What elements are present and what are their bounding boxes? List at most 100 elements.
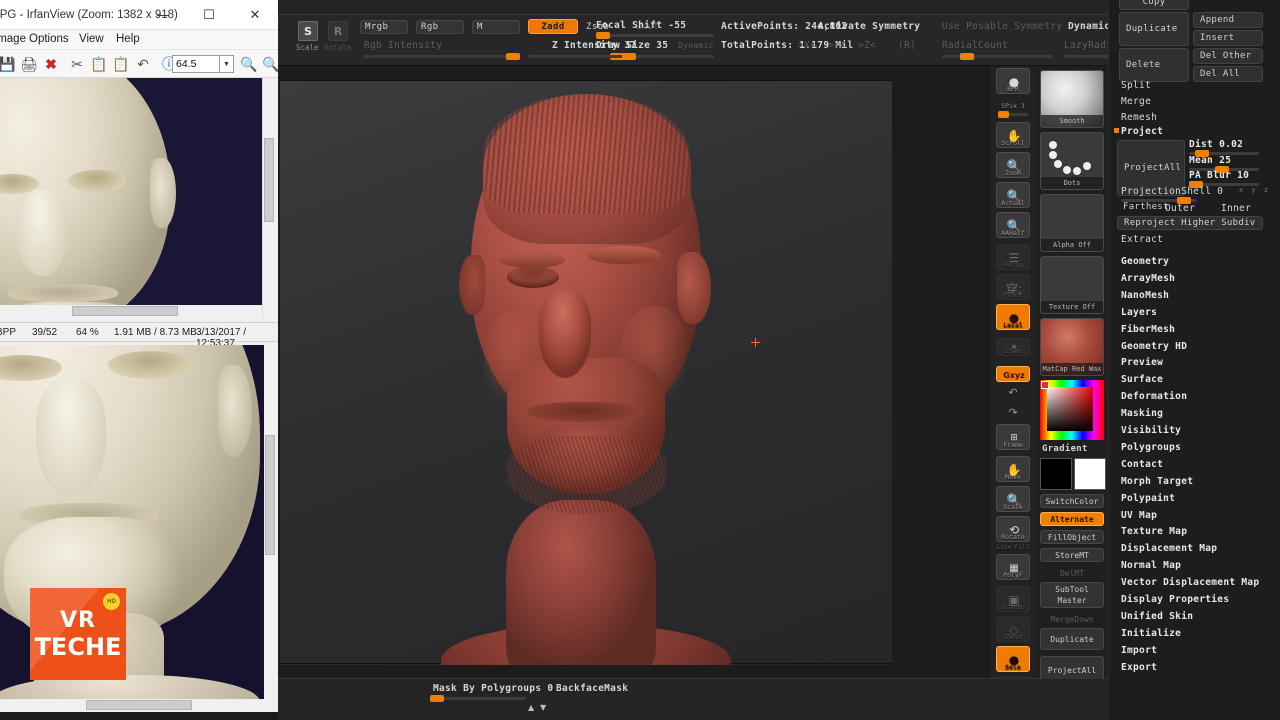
redo-icon[interactable]: ↷: [996, 406, 1030, 419]
toolbar-item-polyf[interactable]: ▦ PolyF: [996, 554, 1030, 580]
palette-menu-item-preview[interactable]: Preview: [1121, 357, 1163, 368]
backface-mask-button[interactable]: BackfaceMask: [556, 683, 628, 694]
scrollbar-thumb-h2[interactable]: [86, 700, 192, 710]
palette-menu-item-initialize[interactable]: Initialize: [1121, 628, 1181, 639]
chevron-down-icon[interactable]: ▼: [220, 55, 234, 73]
symmetry-axis-x[interactable]: >X<: [798, 40, 816, 51]
horizontal-scrollbar-bottom[interactable]: [0, 699, 264, 712]
minimize-button[interactable]: —: [140, 0, 186, 30]
palette-menu-item-geometry[interactable]: Geometry: [1121, 256, 1169, 267]
maximize-button[interactable]: ☐: [186, 0, 232, 30]
zoom-value-field[interactable]: 64.5: [172, 55, 220, 73]
sculpted-head-model[interactable]: [331, 80, 841, 665]
undo-icon[interactable]: ↶: [996, 386, 1030, 399]
paste-icon[interactable]: 📋: [110, 53, 132, 75]
toolbar-item-spix[interactable]: SPix 3: [996, 102, 1030, 118]
palette-menu-item-vector-displacement-map[interactable]: Vector Displacement Map: [1121, 577, 1259, 588]
chevron-up-icon[interactable]: ▲: [528, 703, 534, 712]
zadd-button[interactable]: Zadd: [528, 19, 578, 34]
del-mt-button[interactable]: DelMT: [1040, 566, 1104, 580]
gizmo-xyz-icon[interactable]: Gxyz: [996, 366, 1030, 382]
nav-arrows[interactable]: ▲ ▼: [482, 703, 602, 712]
menu-view[interactable]: View: [79, 33, 104, 45]
palette-menu-item-layers[interactable]: Layers: [1121, 307, 1157, 318]
palette-menu-item-display-properties[interactable]: Display Properties: [1121, 594, 1229, 605]
menu-image[interactable]: Image: [0, 33, 26, 45]
toolbar-item-floor[interactable]: 穿; Floor: [996, 274, 1030, 300]
scale-icon[interactable]: S: [298, 21, 318, 41]
gradient-label[interactable]: Gradient: [1042, 444, 1088, 454]
vertical-scrollbar-bottom[interactable]: [264, 345, 276, 712]
store-mt-button[interactable]: StoreMT: [1040, 548, 1104, 562]
mask-by-polygroups-slider[interactable]: [430, 695, 526, 702]
toolbar-item-lsym[interactable]: ⁕ LSym: [996, 338, 1030, 356]
toolbar-item-bpr[interactable]: ● BPR: [996, 68, 1030, 94]
append-button[interactable]: Append: [1193, 12, 1263, 28]
symmetry-radial-r[interactable]: (R): [898, 40, 916, 51]
palette-menu-item-displacement-map[interactable]: Displacement Map: [1121, 543, 1217, 554]
save-icon[interactable]: 💾: [0, 53, 18, 75]
alpha-thumbnail[interactable]: Alpha Off: [1040, 194, 1104, 252]
palette-menu-item-nanomesh[interactable]: NanoMesh: [1121, 290, 1169, 301]
palette-menu-item-unified-skin[interactable]: Unified Skin: [1121, 611, 1193, 622]
secondary-color-swatch[interactable]: [1074, 458, 1106, 490]
close-button[interactable]: ✕: [232, 0, 278, 30]
toolbar-item-frame[interactable]: ⊞ Frame: [996, 424, 1030, 450]
toolbar-item-persp[interactable]: ☰ Persp: [996, 244, 1030, 270]
horizontal-scrollbar-top[interactable]: [0, 305, 262, 318]
copy-button[interactable]: Copy: [1119, 0, 1189, 10]
zoom-out-icon[interactable]: 🔍: [260, 53, 282, 75]
duplicate-button-col[interactable]: Duplicate: [1040, 628, 1104, 650]
del-other-button[interactable]: Del Other: [1193, 48, 1263, 64]
alternate-button[interactable]: Alternate: [1040, 512, 1104, 526]
palette-menu-item-geometry-hd[interactable]: Geometry HD: [1121, 341, 1187, 352]
toolbar-item-solo[interactable]: ● Solo: [996, 646, 1030, 672]
color-picker[interactable]: [1040, 380, 1104, 440]
palette-menu-item-export[interactable]: Export: [1121, 662, 1157, 673]
rgb-intensity-slider[interactable]: [364, 53, 520, 60]
sculpt-viewport[interactable]: [280, 80, 892, 665]
brush-thumbnail[interactable]: Smooth: [1040, 70, 1104, 128]
redo-button[interactable]: ↷: [996, 406, 1030, 419]
switch-color-button[interactable]: SwitchColor: [1040, 494, 1104, 508]
toolbar-item-rotate[interactable]: ⟲ Rotate: [996, 516, 1030, 542]
material-thumbnail[interactable]: MatCap Red Wax: [1040, 318, 1104, 376]
focal-shift-slider[interactable]: [596, 32, 714, 39]
palette-menu-item-fibermesh[interactable]: FiberMesh: [1121, 324, 1175, 335]
print-icon[interactable]: 🖨: [18, 53, 40, 75]
subtool-master-button[interactable]: SubTool Master: [1040, 582, 1104, 608]
scrollbar-thumb-2[interactable]: [265, 435, 275, 555]
reproject-higher-subdiv-button[interactable]: Reproject Higher Subdiv: [1117, 216, 1263, 230]
palette-menu-item-deformation[interactable]: Deformation: [1121, 391, 1187, 402]
palette-menu-item-arraymesh[interactable]: ArrayMesh: [1121, 273, 1175, 284]
mrgb-button[interactable]: Mrgb: [360, 20, 408, 34]
outer-button[interactable]: Outer: [1165, 203, 1195, 214]
split-button[interactable]: Split: [1121, 80, 1151, 91]
activate-symmetry-button[interactable]: Activate Symmetry: [818, 21, 920, 32]
undo-icon[interactable]: ↶: [132, 53, 154, 75]
stroke-thumbnail[interactable]: Dots: [1040, 132, 1104, 190]
dynamic-button[interactable]: Dynamic: [1068, 21, 1110, 32]
toolbar-item-aahalf[interactable]: 🔍 AAHalf: [996, 212, 1030, 238]
irfanview-window[interactable]: JPG - IrfanView (Zoom: 1382 x 918) — ☐ ✕…: [0, 0, 280, 712]
toolbar-item-zoom[interactable]: 🔍 Zoom: [996, 152, 1030, 178]
del-all-button[interactable]: Del All: [1193, 66, 1263, 82]
palette-menu-item-texture-map[interactable]: Texture Map: [1121, 526, 1187, 537]
zbrush-document[interactable]: [280, 80, 892, 665]
cut-icon[interactable]: ✂: [66, 53, 88, 75]
palette-menu-item-normal-map[interactable]: Normal Map: [1121, 560, 1181, 571]
symmetry-axis-y[interactable]: >Y<: [828, 40, 846, 51]
palette-menu-item-uv-map[interactable]: UV Map: [1121, 510, 1157, 521]
insert-button[interactable]: Insert: [1193, 30, 1263, 46]
fill-object-button[interactable]: FillObject: [1040, 530, 1104, 544]
menu-options[interactable]: Options: [29, 33, 69, 45]
rotate-icon[interactable]: R: [328, 21, 348, 41]
radial-count-slider[interactable]: [942, 53, 1052, 60]
rgb-button[interactable]: Rgb: [416, 20, 464, 34]
scrollbar-thumb[interactable]: [264, 138, 274, 222]
palette-menu-item-visibility[interactable]: Visibility: [1121, 425, 1181, 436]
palette-menu-item-polygroups[interactable]: Polygroups: [1121, 442, 1181, 453]
palette-menu-item-masking[interactable]: Masking: [1121, 408, 1163, 419]
m-button[interactable]: M: [472, 20, 520, 34]
remesh-button[interactable]: Remesh: [1121, 112, 1157, 123]
